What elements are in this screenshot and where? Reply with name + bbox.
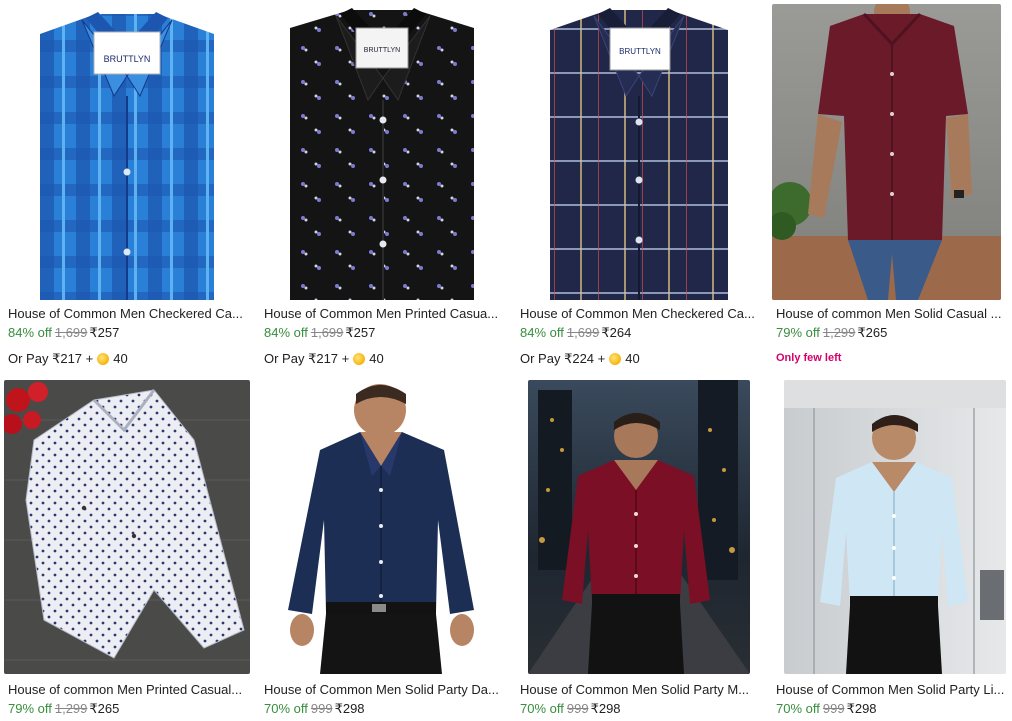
mrp-price: 1,699 xyxy=(310,325,344,340)
discount-label: 84% off xyxy=(264,325,308,340)
sale-price: ₹298 xyxy=(334,701,365,716)
mrp-price: 1,699 xyxy=(54,325,88,340)
product-card[interactable]: House of Common Men Solid Party M... 70%… xyxy=(512,376,768,721)
product-title[interactable]: House of common Men Solid Casual ... xyxy=(776,306,1006,322)
stock-warning: Only few left xyxy=(776,352,842,364)
svg-text:BRUTTLYN: BRUTTLYN xyxy=(619,47,661,56)
product-title[interactable]: House of Common Men Solid Party M... xyxy=(520,682,762,698)
sale-price: ₹257 xyxy=(345,325,376,340)
discount-label: 84% off xyxy=(520,325,564,340)
coin-count: 40 xyxy=(369,351,384,366)
mrp-price: 1,299 xyxy=(54,701,88,716)
product-card[interactable]: BRUTTLYN House of Common Men Checkered C… xyxy=(0,0,256,376)
product-info: House of Common Men Checkered Ca... 84% … xyxy=(520,306,762,367)
product-image[interactable] xyxy=(4,380,250,674)
product-info: House of Common Men Solid Party Li... 70… xyxy=(776,682,1006,717)
product-info: House of common Men Printed Casual... 79… xyxy=(8,682,250,717)
mrp-price: 999 xyxy=(310,701,333,716)
product-title[interactable]: House of common Men Printed Casual... xyxy=(8,682,250,698)
product-image[interactable]: BRUTTLYN xyxy=(260,4,506,300)
product-card[interactable]: House of common Men Solid Casual ... 79%… xyxy=(768,0,1012,376)
sale-price: ₹264 xyxy=(601,325,632,340)
pay-prefix: Or Pay ₹217 + xyxy=(264,351,350,366)
product-title[interactable]: House of Common Men Solid Party Li... xyxy=(776,682,1006,698)
price-row: 84% off 1,699 ₹257 xyxy=(8,325,250,341)
coin-count: 40 xyxy=(625,351,640,366)
discount-label: 84% off xyxy=(8,325,52,340)
discount-label: 79% off xyxy=(776,325,820,340)
svg-text:BRUTTLYN: BRUTTLYN xyxy=(364,47,400,54)
product-image[interactable] xyxy=(260,380,506,674)
product-info: House of common Men Solid Casual ... 79%… xyxy=(776,306,1006,365)
product-card[interactable]: House of Common Men Solid Party Li... 70… xyxy=(768,376,1012,721)
product-grid: BRUTTLYN House of Common Men Checkered C… xyxy=(0,0,1012,721)
price-row: 79% off 1,299 ₹265 xyxy=(776,325,1006,341)
pay-prefix: Or Pay ₹217 + xyxy=(8,351,94,366)
discount-label: 70% off xyxy=(776,701,820,716)
product-info: House of Common Men Printed Casua... 84%… xyxy=(264,306,506,367)
pay-with-coins: Or Pay ₹224 + 40 xyxy=(520,351,762,367)
product-image[interactable]: BRUTTLYN xyxy=(4,4,250,300)
price-row: 70% off 999 ₹298 xyxy=(776,701,1006,717)
price-row: 70% off 999 ₹298 xyxy=(520,701,762,717)
product-card[interactable]: BRUTTLYN House of Common Men Printed Cas… xyxy=(256,0,512,376)
product-title[interactable]: House of Common Men Solid Party Da... xyxy=(264,682,506,698)
pay-with-coins: Or Pay ₹217 + 40 xyxy=(264,351,506,367)
sale-price: ₹257 xyxy=(89,325,120,340)
mrp-price: 999 xyxy=(566,701,589,716)
coin-icon xyxy=(609,353,622,365)
mrp-price: 999 xyxy=(822,701,845,716)
discount-label: 79% off xyxy=(8,701,52,716)
mrp-price: 1,699 xyxy=(566,325,600,340)
discount-label: 70% off xyxy=(264,701,308,716)
product-title[interactable]: House of Common Men Printed Casua... xyxy=(264,306,506,322)
sale-price: ₹298 xyxy=(846,701,877,716)
product-info: House of Common Men Solid Party Da... 70… xyxy=(264,682,506,717)
product-image[interactable] xyxy=(528,380,750,674)
coin-icon xyxy=(97,353,110,365)
sale-price: ₹265 xyxy=(857,325,888,340)
sale-price: ₹298 xyxy=(590,701,621,716)
product-card[interactable]: House of common Men Printed Casual... 79… xyxy=(0,376,256,721)
price-row: 79% off 1,299 ₹265 xyxy=(8,701,250,717)
pay-prefix: Or Pay ₹224 + xyxy=(520,351,606,366)
product-info: House of Common Men Solid Party M... 70%… xyxy=(520,682,762,717)
product-card[interactable]: BRUTTLYN House of Common Men Checkered C… xyxy=(512,0,768,376)
price-row: 84% off 1,699 ₹264 xyxy=(520,325,762,341)
svg-text:BRUTTLYN: BRUTTLYN xyxy=(104,54,151,64)
discount-label: 70% off xyxy=(520,701,564,716)
product-image[interactable] xyxy=(772,4,1001,300)
coin-count: 40 xyxy=(113,351,128,366)
pay-with-coins: Or Pay ₹217 + 40 xyxy=(8,351,250,367)
product-image[interactable] xyxy=(784,380,1006,674)
product-card[interactable]: House of Common Men Solid Party Da... 70… xyxy=(256,376,512,721)
price-row: 70% off 999 ₹298 xyxy=(264,701,506,717)
coin-icon xyxy=(353,353,366,365)
product-title[interactable]: House of Common Men Checkered Ca... xyxy=(520,306,762,322)
mrp-price: 1,299 xyxy=(822,325,856,340)
sale-price: ₹265 xyxy=(89,701,120,716)
product-info: House of Common Men Checkered Ca... 84% … xyxy=(8,306,250,367)
price-row: 84% off 1,699 ₹257 xyxy=(264,325,506,341)
product-title[interactable]: House of Common Men Checkered Ca... xyxy=(8,306,250,322)
product-image[interactable]: BRUTTLYN xyxy=(516,4,762,300)
